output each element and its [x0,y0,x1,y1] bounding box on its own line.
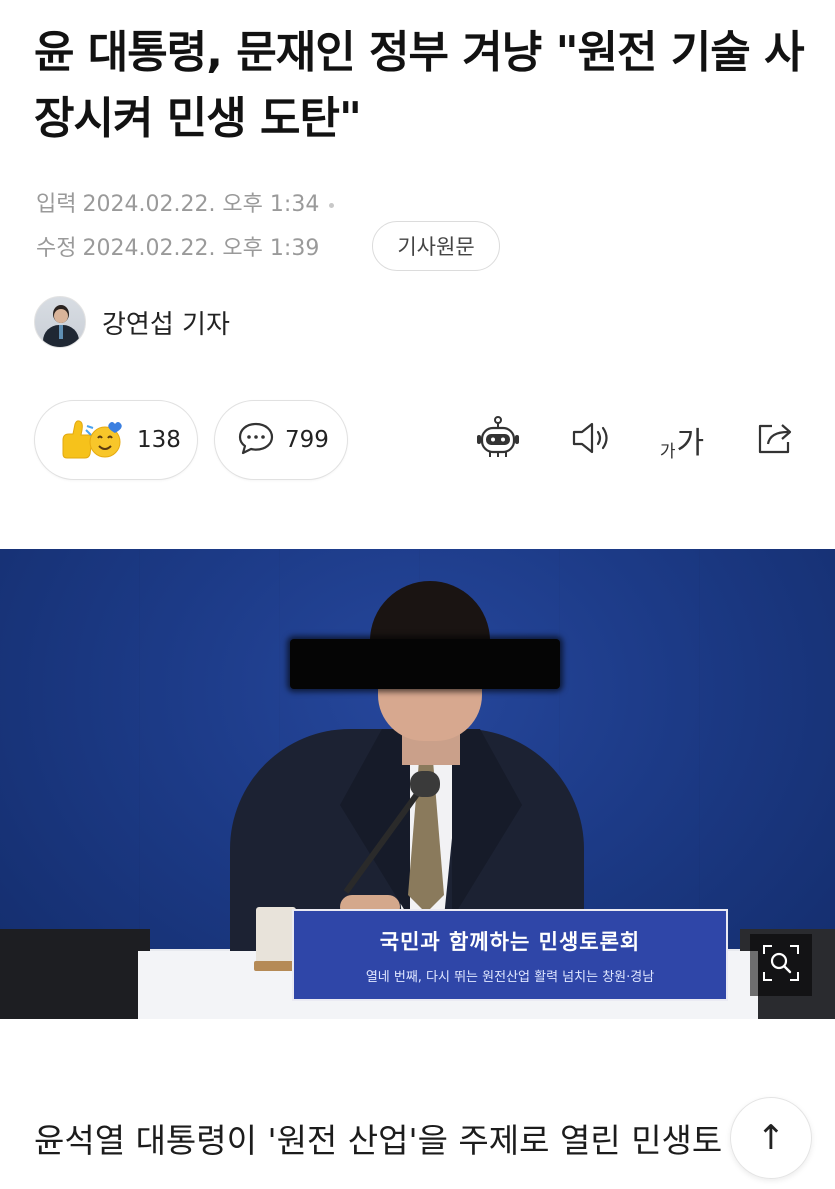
article-headline: 윤 대통령, 문재인 정부 겨냥 "원전 기술 사장시켜 민생 도탄" [34,27,805,144]
photo-zoom-button[interactable] [750,934,812,996]
speaker-icon [569,418,615,462]
zoom-magnifier-icon [761,943,801,987]
original-article-button[interactable]: 기사원문 [372,221,500,271]
font-size-small-glyph: 가 [659,442,676,462]
font-size-large-glyph: 가 [676,426,705,461]
reporter-name[interactable]: 강연섭 기자 [102,304,230,341]
share-button[interactable] [750,414,802,466]
published-datetime: 2024.02.22. 오후 1:34 [82,192,320,217]
reaction-count: 138 [137,427,181,453]
censor-bar [290,639,560,689]
font-size-button[interactable]: 가가 [656,414,708,466]
text-to-speech-button[interactable] [566,414,618,466]
nameplate-title: 국민과 함께하는 민생토론회 [379,929,641,954]
comment-bubble-icon [237,420,275,460]
article-body-first-line: 윤석열 대통령이 '원전 산업'을 주제로 열린 민생토 [34,1121,723,1160]
event-nameplate: 국민과 함께하는 민생토론회 열네 번째, 다시 뛰는 원전산업 활력 넘치는 … [292,909,728,1001]
nameplate-subtitle: 열네 번째, 다시 뛰는 원전산업 활력 넘치는 창원·경남 [365,969,655,985]
reaction-emoji-icon [57,416,127,464]
separator-dot [329,202,335,208]
published-date: 입력 2024.02.22. 오후 1:34 [36,186,335,218]
reporter-avatar[interactable] [34,296,86,348]
reporter-info[interactable]: 강연섭 기자 [34,296,230,348]
comment-button[interactable]: 799 [214,400,348,480]
font-size-icon: 가가 [660,418,704,462]
comment-count: 799 [285,427,329,453]
summary-bot-button[interactable] [472,414,524,466]
modified-datetime: 2024.02.22. 오후 1:39 [82,236,320,261]
modified-label: 수정 [36,236,77,261]
share-icon [754,418,798,462]
paper-cup [256,907,296,967]
article-photo[interactable]: 국민과 함께하는 민생토론회 열네 번째, 다시 뛰는 원전산업 활력 넘치는 … [0,549,835,1019]
reaction-button[interactable]: 138 [34,400,198,480]
published-label: 입력 [36,192,77,217]
robot-summary-icon [474,414,522,466]
scroll-to-top-button[interactable]: ↑ [730,1097,812,1179]
modified-date: 수정 2024.02.22. 오후 1:39 [36,230,319,262]
